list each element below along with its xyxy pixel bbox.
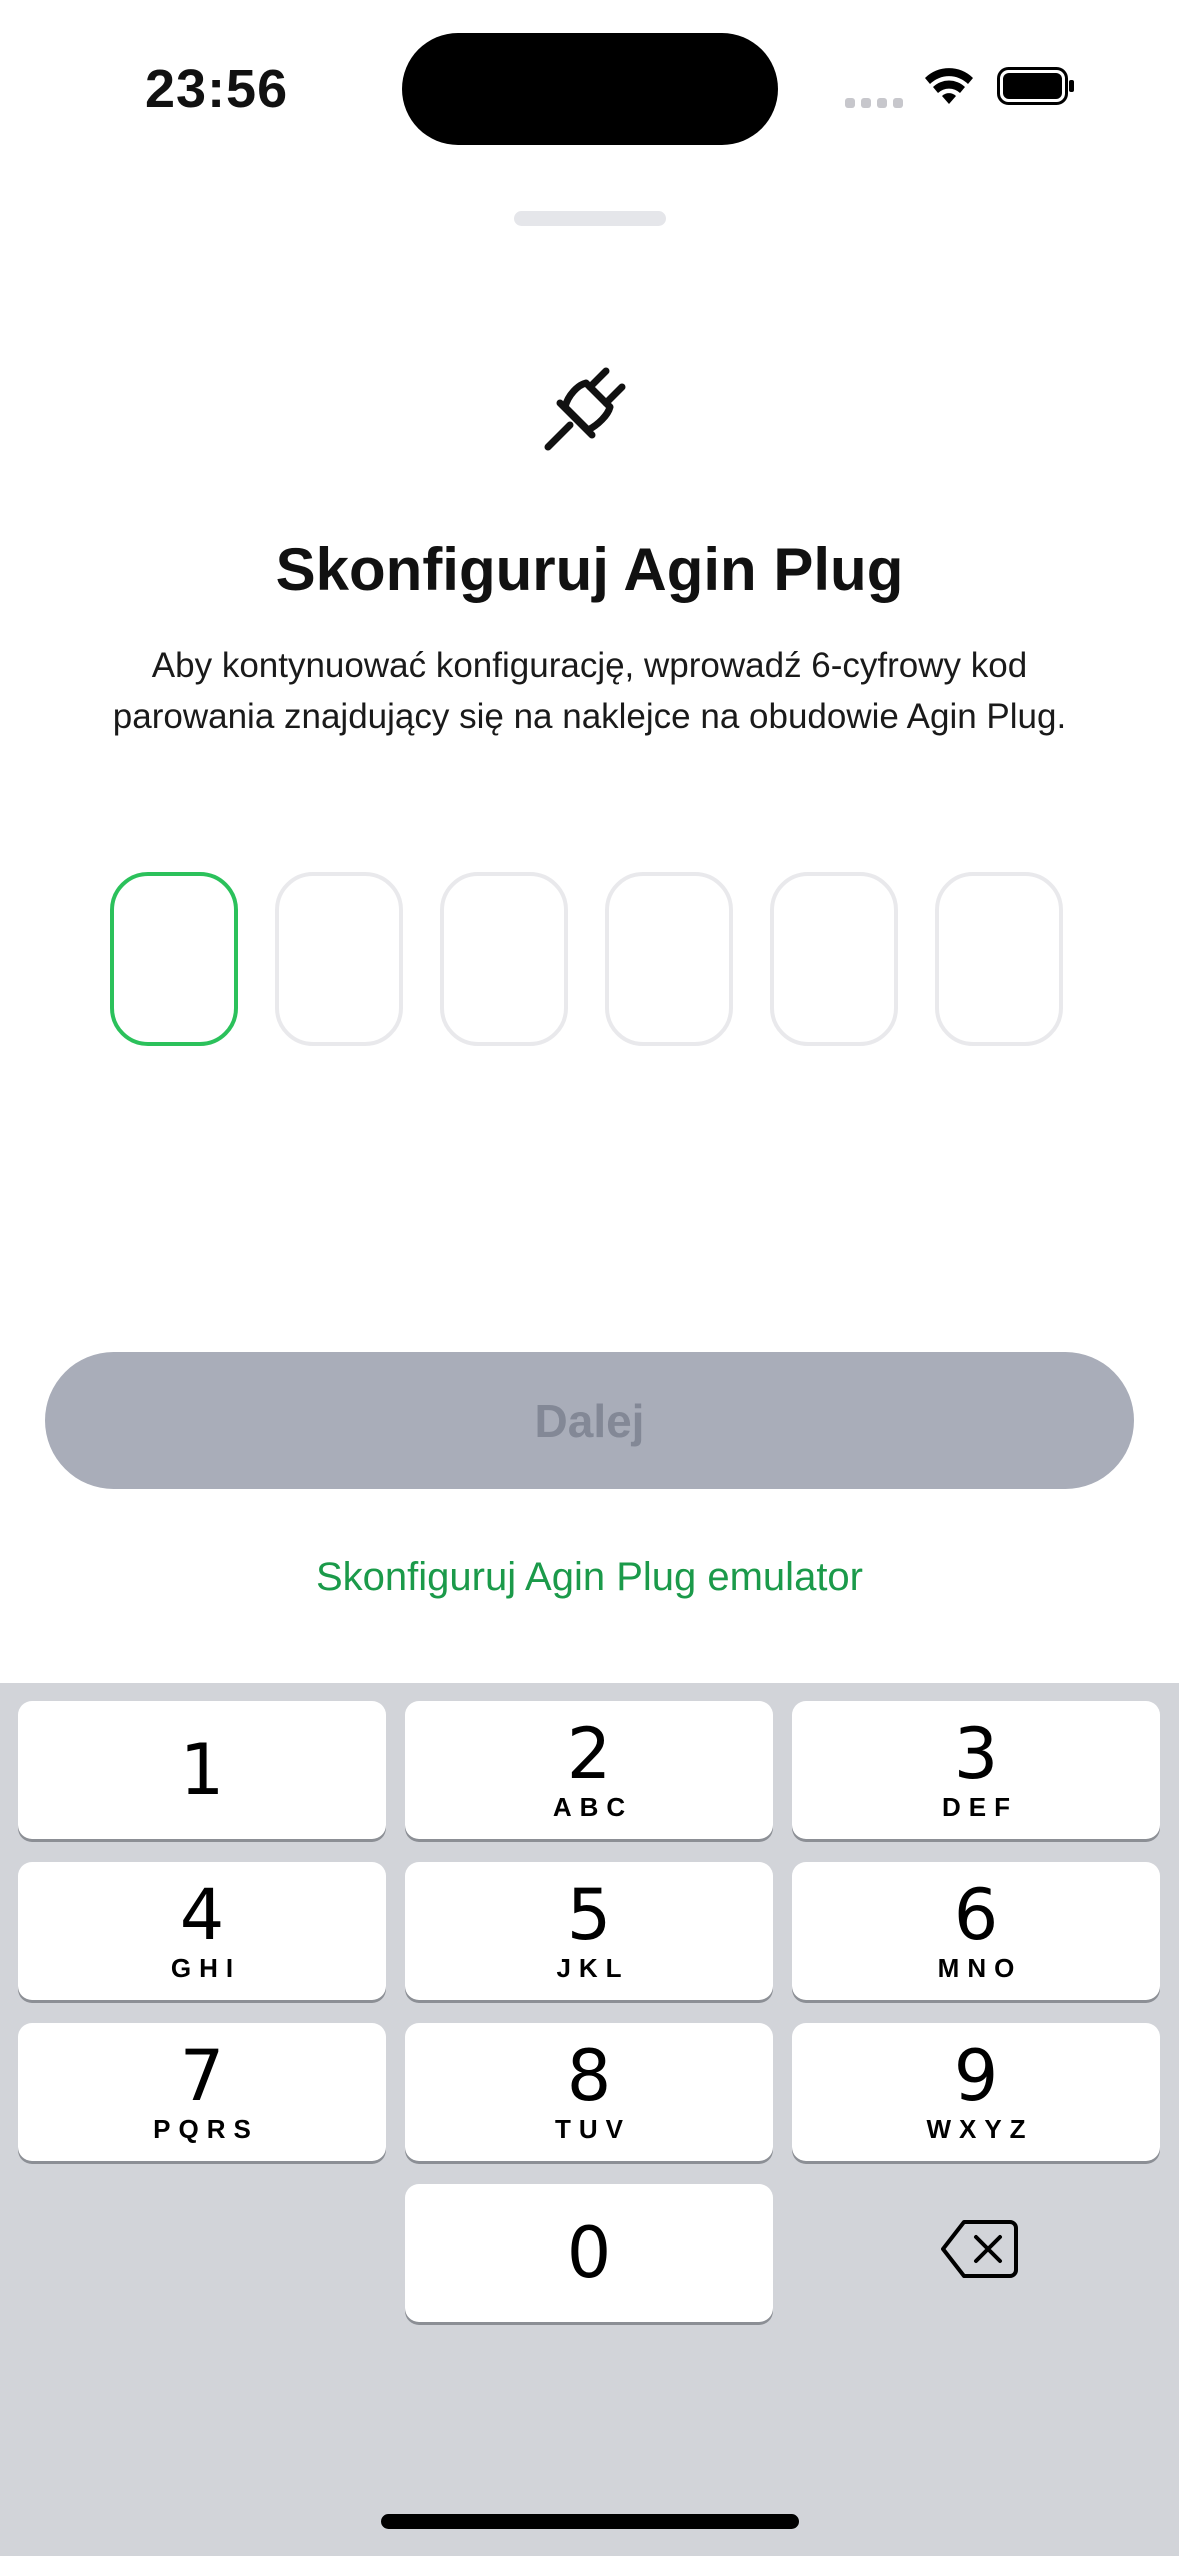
key-letters: WXYZ <box>926 2113 1034 2144</box>
dynamic-island <box>402 33 778 145</box>
plug-icon <box>544 367 626 451</box>
key-number: 6 <box>953 1873 999 1956</box>
key-1[interactable]: 1 <box>18 1701 386 1839</box>
instructions-text: Aby kontynuować konfigurację, wprowadź 6… <box>112 646 1067 736</box>
cellular-signal-icon <box>845 94 905 108</box>
key-number: 1 <box>179 1729 225 1811</box>
code-digit-3[interactable] <box>440 872 568 1046</box>
key-number: 5 <box>566 1873 612 1956</box>
battery-icon <box>997 67 1074 105</box>
key-0[interactable]: 0 <box>405 2184 773 2322</box>
key-number: 7 <box>179 2034 225 2117</box>
key-letters: JKL <box>556 1952 630 1983</box>
key-number: 9 <box>953 2034 999 2117</box>
key-3[interactable]: 3 DEF <box>792 1701 1160 1839</box>
key-number: 2 <box>566 1712 612 1795</box>
code-digit-5[interactable] <box>770 872 898 1046</box>
code-digit-1[interactable] <box>110 872 238 1046</box>
key-5[interactable]: 5 JKL <box>405 1862 773 2000</box>
key-number: 3 <box>953 1712 999 1795</box>
key-number: 0 <box>566 2212 612 2294</box>
backspace-icon[interactable] <box>940 2218 1020 2280</box>
key-4[interactable]: 4 GHI <box>18 1862 386 2000</box>
key-7[interactable]: 7 PQRS <box>18 2023 386 2161</box>
key-6[interactable]: 6 MNO <box>792 1862 1160 2000</box>
sheet-grabber[interactable] <box>514 211 666 226</box>
key-letters: GHI <box>170 1952 242 1983</box>
wifi-icon <box>925 68 973 104</box>
key-letters: MNO <box>937 1952 1023 1983</box>
emulator-setup-link[interactable]: Skonfiguruj Agin Plug emulator <box>0 1555 1179 1600</box>
key-2[interactable]: 2 ABC <box>405 1701 773 1839</box>
key-number: 4 <box>179 1873 225 1956</box>
code-digit-6[interactable] <box>935 872 1063 1046</box>
code-digit-4[interactable] <box>605 872 733 1046</box>
key-letters: PQRS <box>153 2113 259 2144</box>
home-indicator[interactable] <box>381 2514 799 2529</box>
key-letters: TUV <box>555 2113 631 2144</box>
key-8[interactable]: 8 TUV <box>405 2023 773 2161</box>
code-digit-2[interactable] <box>275 872 403 1046</box>
next-button[interactable]: Dalej <box>45 1352 1134 1489</box>
key-number: 8 <box>566 2034 612 2117</box>
key-letters: DEF <box>942 1791 1018 1822</box>
key-letters: ABC <box>552 1791 634 1822</box>
page-title: Skonfiguruj Agin Plug <box>275 536 904 603</box>
key-9[interactable]: 9 WXYZ <box>792 2023 1160 2161</box>
status-time: 23:56 <box>145 59 289 119</box>
